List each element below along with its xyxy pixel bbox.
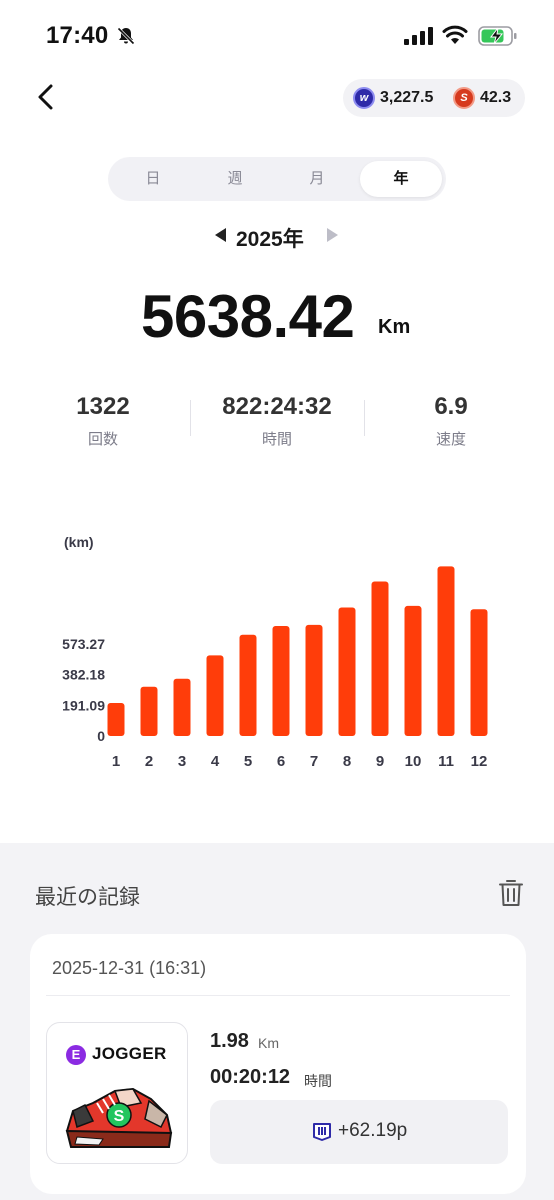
- x-tick-label: 3: [178, 753, 186, 770]
- y-tick-label: 382.18: [62, 667, 105, 683]
- stat-divider: [190, 400, 191, 436]
- y-tick-label: 573.27: [62, 636, 105, 652]
- reward-points: +62.19p: [338, 1120, 408, 1141]
- chart-bar: [305, 624, 323, 736]
- wifi-icon: [442, 25, 468, 44]
- record-divider: [46, 995, 510, 996]
- shoe-card: E JOGGER S: [46, 1022, 188, 1164]
- stat-speed-value: 6.9: [434, 393, 468, 420]
- trash-icon[interactable]: [498, 878, 524, 908]
- stat-speed-label: 速度: [435, 431, 466, 448]
- year-label: 2025年: [236, 228, 304, 251]
- stat-divider: [364, 400, 365, 436]
- x-tick-label: 8: [343, 753, 351, 770]
- recent-records-title: 最近の記録: [35, 886, 140, 909]
- x-tick-label: 11: [438, 753, 454, 770]
- reward-box: +62.19p: [210, 1100, 508, 1164]
- x-tick-label: 6: [277, 753, 285, 770]
- x-tick-label: 9: [376, 753, 384, 770]
- record-card[interactable]: 2025-12-31 (16:31) E JOGGER S 1.98 Km 00…: [30, 934, 526, 1194]
- sneaker-icon: S: [65, 1087, 173, 1148]
- status-time: 17:40: [46, 22, 109, 49]
- bell-muted-icon: [117, 27, 135, 45]
- chart-bar: [206, 655, 224, 736]
- s-coin-icon: S: [453, 87, 475, 109]
- shoe-brand: JOGGER: [92, 1044, 167, 1063]
- record-duration: 00:20:12: [210, 1066, 291, 1088]
- x-tick-label: 12: [471, 753, 488, 770]
- period-tabs: 日 週 月 年: [108, 157, 446, 201]
- record-distance: 1.98: [210, 1030, 249, 1052]
- record-duration-unit: 時間: [304, 1073, 332, 1089]
- jogger-badge-icon: E: [66, 1045, 86, 1065]
- y-tick-label: 191.09: [62, 697, 105, 713]
- stat-count-value: 1322: [76, 393, 130, 420]
- prev-year-arrow-icon[interactable]: [215, 228, 226, 242]
- chart-bar: [371, 581, 389, 736]
- chart-bar: [404, 605, 422, 736]
- record-distance-unit: Km: [258, 1035, 279, 1051]
- tab-month[interactable]: 月: [276, 161, 358, 197]
- w-points-value: 3,227.5: [380, 89, 434, 106]
- w-coin-icon: w: [353, 87, 375, 109]
- chart-bar: [239, 634, 257, 736]
- monthly-distance-chart: (km)0191.09382.18573.271 2 3 4 5 6 7 8 9 10 11 12: [62, 534, 488, 770]
- x-tick-label: 5: [244, 753, 252, 770]
- recent-records-section: 最近の記録 2025-12-31 (16:31) E JOGGER S 1.98…: [0, 843, 554, 1200]
- stat-count-label: 回数: [87, 431, 118, 448]
- total-distance-unit: Km: [378, 316, 411, 338]
- w-points-icon: [313, 1123, 331, 1141]
- chart-bar: [107, 702, 125, 736]
- signal-icon: [404, 27, 433, 45]
- svg-text:S: S: [114, 1108, 125, 1125]
- next-year-arrow-icon[interactable]: [327, 228, 338, 242]
- chart-bar: [173, 678, 191, 736]
- total-distance: 5638.42: [141, 283, 355, 350]
- chart-bar: [437, 566, 455, 736]
- chart-bar: [338, 607, 356, 736]
- stat-time-value: 822:24:32: [222, 393, 332, 420]
- status-bar: 17:40: [0, 0, 554, 70]
- chart-bar: [272, 625, 290, 736]
- points-balance: w 3,227.5 S 42.3: [343, 79, 525, 117]
- stat-time-label: 時間: [261, 431, 292, 448]
- back-chevron-icon[interactable]: [30, 80, 64, 114]
- y-tick-label: 0: [97, 728, 105, 744]
- chart-bar: [470, 609, 488, 736]
- x-tick-label: 4: [211, 753, 220, 770]
- x-tick-label: 1: [112, 753, 120, 770]
- s-points-value: 42.3: [480, 89, 512, 106]
- x-tick-label: 10: [405, 753, 422, 770]
- x-tick-label: 2: [145, 753, 153, 770]
- tab-week[interactable]: 週: [194, 161, 276, 197]
- x-tick-label: 7: [310, 753, 318, 770]
- record-date: 2025-12-31 (16:31): [52, 958, 207, 978]
- tab-day[interactable]: 日: [112, 161, 194, 197]
- tab-year[interactable]: 年: [360, 161, 442, 197]
- battery-charging-icon: [478, 26, 517, 46]
- year-selector: 2025年: [0, 222, 554, 252]
- chart-bar: [140, 686, 158, 736]
- chart-unit-label: (km): [64, 534, 94, 550]
